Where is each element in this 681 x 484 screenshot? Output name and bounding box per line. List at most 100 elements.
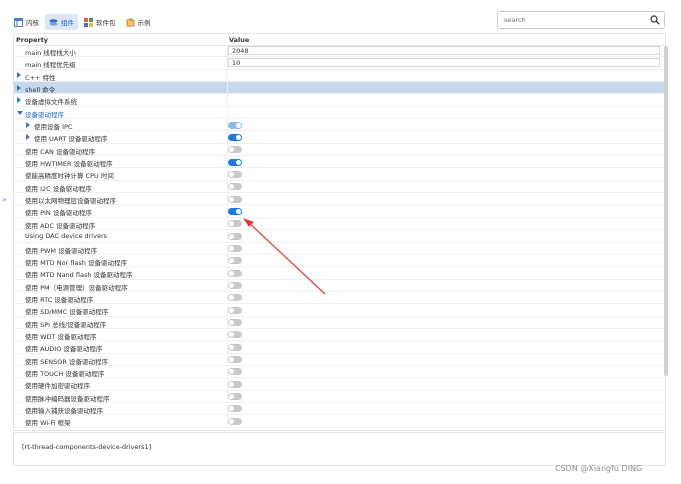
value-column-header: Value	[229, 36, 250, 44]
property-row[interactable]: 使用 ADC 设备驱动程序	[14, 217, 665, 231]
enable-toggle[interactable]	[228, 257, 242, 265]
enable-toggle[interactable]	[228, 306, 242, 314]
search-box[interactable]	[497, 11, 665, 29]
side-panel-toggle[interactable]: »	[2, 195, 7, 204]
property-row[interactable]: 使用 TOUCH 设备驱动程序	[14, 365, 665, 379]
component-icon	[49, 18, 58, 27]
property-name: 使用 I2C 设备驱动程序	[25, 184, 92, 193]
property-row[interactable]: 使用 MTD Nor flash 设备驱动程序	[14, 254, 665, 268]
enable-toggle[interactable]	[228, 207, 242, 215]
enable-toggle[interactable]	[228, 245, 242, 252]
property-row[interactable]: main 线程栈大小 2048	[14, 45, 665, 58]
enable-toggle[interactable]	[228, 368, 242, 376]
property-name: 使用 CAN 设备驱动程序	[25, 147, 95, 156]
property-row[interactable]: 使用 MTD Nand flash 设备驱动程序	[14, 267, 665, 280]
value-cell-divider	[227, 106, 228, 119]
enable-toggle[interactable]	[228, 331, 242, 339]
enable-toggle[interactable]	[228, 220, 242, 228]
property-grid: Property Value main 线程栈大小 2048 main 线程优先级 1…	[13, 33, 666, 431]
enable-toggle[interactable]	[228, 282, 242, 290]
enable-toggle[interactable]	[228, 319, 242, 327]
value-cell-divider	[227, 69, 228, 82]
property-name: 使用 HWTIMER 设备驱动程序	[25, 160, 113, 169]
expand-arrow-icon[interactable]	[17, 96, 21, 103]
enable-toggle[interactable]	[228, 294, 242, 302]
property-name: 设备虚拟文件系统	[25, 98, 77, 107]
property-row[interactable]: 使用 PM（电源管理）设备驱动程序	[14, 279, 665, 292]
property-name: 使用 UART 设备驱动程序	[34, 135, 108, 144]
property-row[interactable]: 使用 Wi-Fi 框架	[14, 415, 665, 428]
property-name: 使用 AUDIO 设备驱动程序	[25, 345, 103, 354]
collapse-arrow-icon[interactable]	[17, 110, 23, 115]
description-panel: [rt-thread-components-device-drivers1]	[13, 432, 666, 466]
tab-kernel[interactable]: 内核	[10, 14, 43, 30]
search-input[interactable]	[504, 15, 644, 25]
enable-toggle[interactable]	[228, 269, 242, 277]
property-row[interactable]: Using DAC device drivers	[14, 230, 665, 243]
value-input[interactable]: 10	[228, 58, 660, 68]
property-row[interactable]: shell 命令	[14, 82, 665, 95]
property-row[interactable]: 使用输入捕获设备驱动程序	[14, 402, 665, 416]
enable-toggle[interactable]	[228, 146, 242, 154]
property-row[interactable]: 使用 WDT 设备驱动程序	[14, 328, 665, 342]
property-row[interactable]: 使用设备 IPC	[14, 119, 665, 132]
value-input[interactable]: 2048	[228, 46, 660, 55]
property-name: 使用 ADC 设备驱动程序	[25, 221, 96, 230]
tab-label: 软件包	[96, 19, 116, 27]
enable-toggle[interactable]	[228, 356, 242, 364]
value-cell-divider	[227, 82, 228, 94]
value-cell-divider	[227, 94, 228, 106]
property-row[interactable]: 使用 SD/MMC 设备驱动程序	[14, 304, 665, 317]
property-row[interactable]: 使用 SENSOR 设备驱动程序	[14, 353, 665, 366]
enable-toggle[interactable]	[228, 170, 242, 178]
property-name: 使用 SENSOR 设备驱动程序	[25, 357, 108, 366]
tab-example[interactable]: 示例	[122, 14, 155, 30]
property-row[interactable]: C++ 特性	[14, 69, 665, 83]
property-row[interactable]: 设备虚拟文件系统	[14, 94, 665, 107]
tab-component[interactable]: 组件	[45, 14, 78, 30]
property-row[interactable]: 使用以太网物理层设备驱动程序	[14, 193, 665, 206]
property-name: 设备驱动程序	[25, 110, 64, 119]
property-row[interactable]: 使能高精度时钟计算 CPU 时间	[14, 168, 665, 181]
property-row[interactable]: 使用 AUDIO 设备驱动程序	[14, 341, 665, 354]
vertical-scrollbar[interactable]	[664, 46, 668, 376]
property-row[interactable]: 使用 RTC 设备驱动程序	[14, 291, 665, 305]
enable-toggle[interactable]	[228, 183, 242, 191]
enable-toggle[interactable]	[228, 393, 242, 401]
enable-toggle[interactable]	[228, 232, 242, 240]
enable-toggle[interactable]	[228, 405, 242, 413]
property-row[interactable]: 使用 CAN 设备驱动程序	[14, 143, 665, 157]
package-icon	[84, 17, 93, 27]
property-name: 使用 SPI 总线/设备驱动程序	[25, 320, 107, 329]
property-row[interactable]: 设备驱动程序	[14, 106, 665, 120]
enable-toggle[interactable]	[228, 380, 242, 388]
property-row[interactable]: 使用 I2C 设备驱动程序	[14, 180, 665, 194]
property-row[interactable]: 使用硬件加密驱动程序	[14, 378, 665, 391]
property-row[interactable]: 使用脉冲编码器设备驱动程序	[14, 390, 665, 403]
enable-toggle[interactable]	[228, 158, 242, 166]
property-row[interactable]: 使用 UART 设备驱动程序	[14, 131, 665, 144]
property-column-header: Property	[16, 36, 49, 44]
property-row[interactable]: 使用 PWM 设备驱动程序	[14, 242, 665, 255]
property-row[interactable]: 使用 SPI 总线/设备驱动程序	[14, 316, 665, 329]
property-name: 使用 MTD Nand flash 设备驱动程序	[25, 271, 133, 280]
expand-arrow-icon[interactable]	[26, 121, 30, 128]
property-row[interactable]: 使用 PIN 设备驱动程序	[14, 205, 665, 218]
enable-toggle[interactable]	[228, 343, 242, 351]
property-row[interactable]: 使用 HWTIMER 设备驱动程序	[14, 156, 665, 169]
enable-toggle[interactable]	[228, 133, 242, 141]
property-name: 使用 RTC 设备驱动程序	[25, 295, 94, 304]
enable-toggle[interactable]	[228, 195, 242, 203]
expand-arrow-icon[interactable]	[17, 84, 21, 91]
property-name: C++ 特性	[25, 73, 56, 82]
enable-toggle[interactable]	[228, 121, 242, 129]
tab-package[interactable]: 软件包	[80, 14, 120, 30]
expand-arrow-icon[interactable]	[17, 72, 21, 79]
enable-toggle[interactable]	[228, 417, 242, 425]
search-icon[interactable]	[650, 15, 660, 25]
description-text: [rt-thread-components-device-drivers1]	[22, 443, 152, 451]
property-row[interactable]: main 线程优先级 10	[14, 57, 665, 70]
expand-arrow-icon[interactable]	[26, 133, 30, 140]
property-name: 使用 PM（电源管理）设备驱动程序	[25, 283, 128, 292]
property-name: Using DAC device drivers	[25, 232, 108, 241]
